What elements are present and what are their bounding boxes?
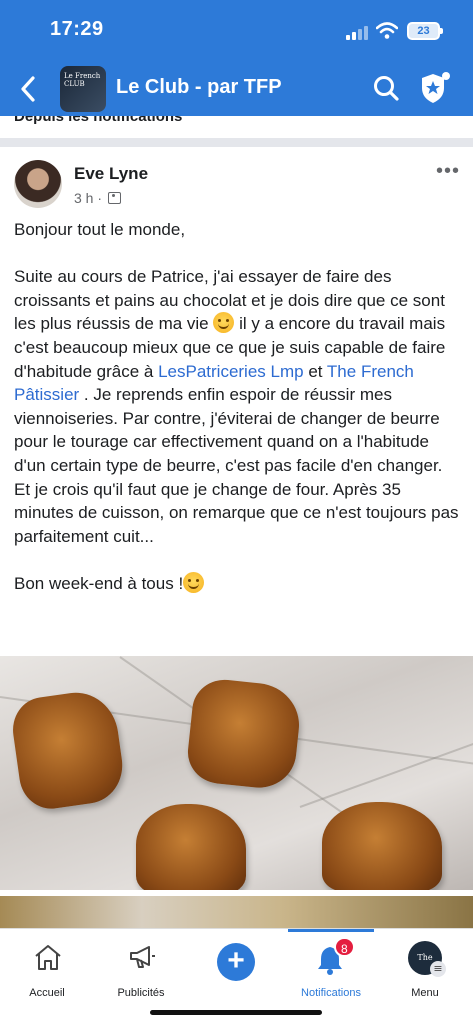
divider [0,138,473,147]
status-bar: 17:29 23 [0,0,473,62]
group-title[interactable]: Le Club - par TFP [116,76,282,99]
post-meta: 3 h · [74,190,122,206]
croissant [136,804,246,890]
mention-link-patriceries[interactable]: LesPatriceries Lmp [158,362,304,381]
pain-au-chocolat [8,687,128,813]
post-paragraph: Bon week-end à tous ! [14,571,462,596]
post-paragraph: Suite au cours de Patrice, j'ai essayer … [14,267,459,546]
plus-icon: + [217,943,255,981]
pain-au-chocolat [184,676,304,792]
home-icon [35,945,61,970]
tab-accueil[interactable]: Accueil [0,937,94,1003]
wifi-icon [376,22,398,39]
tab-label: Menu [411,987,439,999]
battery-indicator: 23 [407,22,443,40]
post-time: 3 h · [74,190,103,206]
active-tab-indicator [288,929,374,932]
tab-label: Publicités [117,987,165,999]
shield-star-icon[interactable] [420,70,452,106]
post-paragraph: Bonjour tout le monde, [14,220,186,239]
tab-label: Notifications [301,987,361,999]
smile-emoji-icon [213,312,235,334]
menu-avatar-icon: The French [408,941,446,996]
app-header: 17:29 23 Le French CLUB Le Club - par TF… [0,0,473,120]
megaphone-icon [130,946,155,968]
search-icon[interactable] [372,74,400,102]
more-options-button[interactable]: ••• [436,160,462,182]
tab-menu[interactable]: The French Menu [378,937,472,1003]
tab-notifications[interactable]: 8 Notifications [284,937,378,1003]
tab-label: Accueil [29,987,65,999]
back-button[interactable] [16,74,42,104]
post-body: Bonjour tout le monde, Suite au cours de… [14,218,462,619]
nav-bar: Le French CLUB Le Club - par TFP [0,62,473,116]
author-name[interactable]: Eve Lyne [74,164,148,184]
section-label: Depuis les notifications [0,116,473,138]
status-time: 17:29 [50,18,104,40]
group-icon [108,192,122,204]
group-logo-text: Le French CLUB [64,72,101,88]
croissant [322,802,442,890]
post-photo-pastries[interactable] [0,656,473,890]
cell-signal-icon [346,26,370,40]
home-indicator[interactable] [150,1010,322,1015]
tab-create[interactable]: + [189,937,283,1003]
notification-badge: 8 [334,937,355,957]
author-avatar[interactable] [14,160,62,208]
group-logo[interactable]: Le French CLUB [60,66,106,112]
smile-emoji-icon [183,571,205,593]
tab-publicites[interactable]: Publicités [94,937,188,1003]
